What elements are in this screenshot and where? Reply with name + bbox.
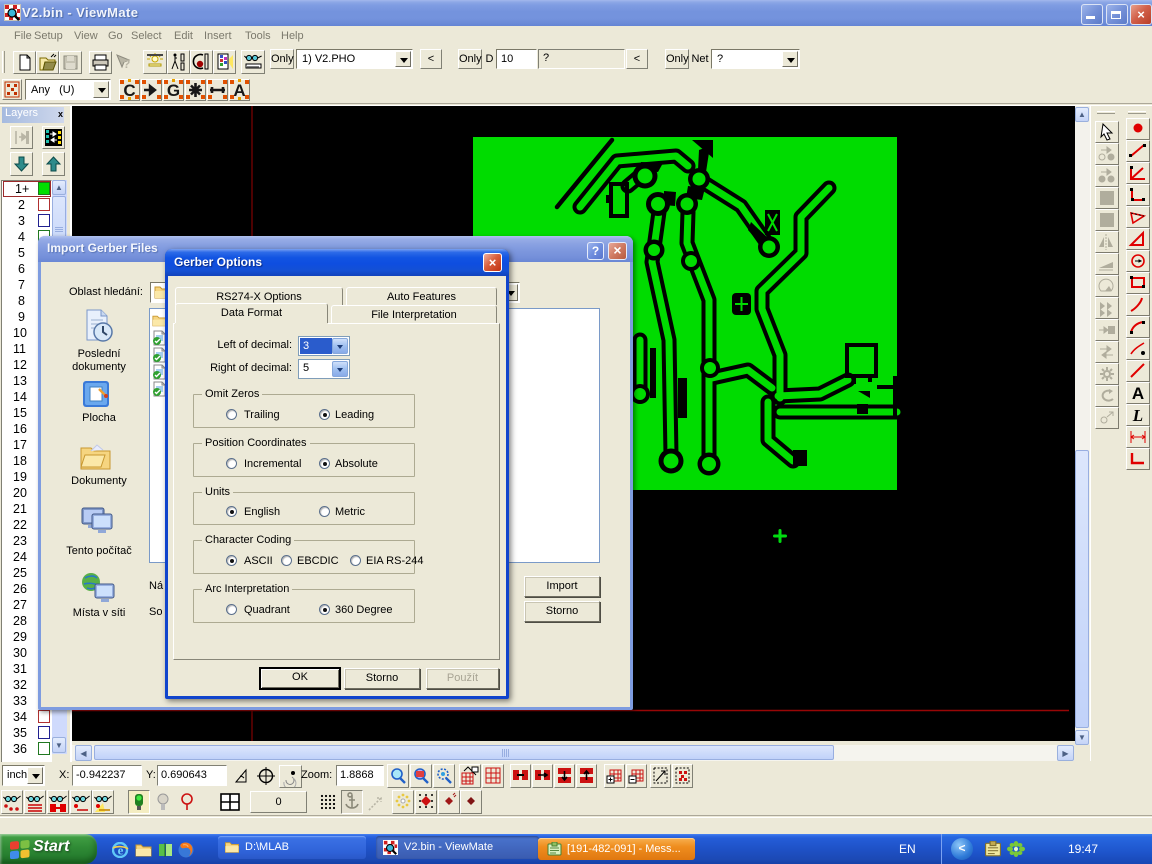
- svg-text:A: A: [233, 81, 245, 100]
- svg-text:e: e: [118, 843, 124, 858]
- svg-text:?: ?: [123, 57, 130, 71]
- svg-text:C: C: [123, 81, 135, 100]
- svg-text:G: G: [167, 81, 180, 100]
- svg-text:A: A: [1132, 384, 1144, 403]
- svg-text:L: L: [1132, 406, 1143, 425]
